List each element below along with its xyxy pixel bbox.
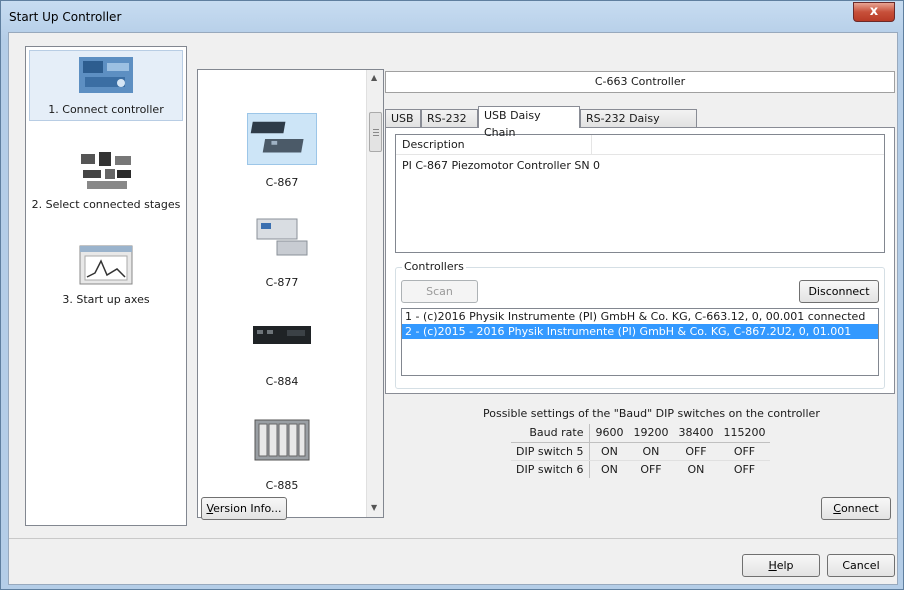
device-item-c-867[interactable]: C-867 bbox=[198, 113, 366, 189]
steps-panel: 1. Connect controller 2. Select connecte… bbox=[25, 46, 187, 526]
usb-daisy-chain-panel: Description PI C-867 Piezomotor Controll… bbox=[385, 127, 895, 394]
device-list-scrollbar[interactable]: ▲ ▼ bbox=[366, 70, 383, 517]
list-item[interactable]: 1 - (c)2016 Physik Instrumente (PI) GmbH… bbox=[402, 309, 878, 324]
c-884-device-image bbox=[253, 326, 311, 344]
title-bar[interactable]: Start Up Controller x bbox=[1, 1, 903, 35]
device-label: C-884 bbox=[265, 375, 299, 388]
window-title: Start Up Controller bbox=[9, 10, 122, 24]
table-row: DIP switch 6 ON OFF ON OFF bbox=[511, 460, 770, 478]
baud-settings-title: Possible settings of the "Baud" DIP swit… bbox=[483, 407, 820, 420]
device-label: C-867 bbox=[265, 176, 299, 189]
step-select-stages[interactable]: 2. Select connected stages bbox=[26, 148, 186, 211]
list-item-selected[interactable]: 2 - (c)2015 - 2016 Physik Instrumente (P… bbox=[402, 324, 878, 339]
device-item-c-884[interactable]: C-884 bbox=[198, 312, 366, 388]
list-item[interactable]: PI C-867 Piezomotor Controller SN 0 bbox=[396, 157, 884, 175]
description-header: Description bbox=[396, 135, 884, 155]
start-up-axes-icon bbox=[79, 245, 133, 285]
disconnect-button[interactable]: Disconnect bbox=[799, 280, 879, 303]
baud-dip-switch-table: Baud rate 9600 19200 38400 115200 DIP sw… bbox=[511, 424, 771, 478]
scroll-down-arrow-icon[interactable]: ▼ bbox=[371, 504, 379, 512]
c-885-device-image bbox=[254, 419, 310, 461]
close-button[interactable]: x bbox=[853, 2, 895, 22]
step-label: 2. Select connected stages bbox=[31, 198, 181, 211]
controllers-group: Controllers Scan Disconnect 1 - (c)2016 … bbox=[395, 260, 885, 389]
c-877-device-image bbox=[256, 218, 308, 256]
description-list[interactable]: Description PI C-867 Piezomotor Controll… bbox=[395, 134, 885, 253]
table-row: DIP switch 5 ON ON OFF OFF bbox=[511, 442, 771, 461]
version-info-button[interactable]: Version Info... bbox=[201, 497, 287, 520]
device-label: C-877 bbox=[265, 276, 299, 289]
grip-icon bbox=[373, 129, 379, 136]
step-connect-controller[interactable]: 1. Connect controller bbox=[26, 50, 186, 121]
device-item-c-877[interactable]: C-877 bbox=[198, 213, 366, 289]
step-label: 3. Start up axes bbox=[62, 293, 150, 306]
c-867-device-image bbox=[247, 113, 317, 165]
scan-button[interactable]: Scan bbox=[401, 280, 478, 303]
tab-rs-232[interactable]: RS-232 bbox=[421, 109, 478, 128]
tab-rs-232-daisy-chain[interactable]: RS-232 Daisy Chain bbox=[580, 109, 697, 142]
controller-header: C-663 Controller bbox=[385, 71, 895, 93]
tab-usb-daisy-chain[interactable]: USB Daisy Chain bbox=[478, 106, 580, 139]
step-label: 1. Connect controller bbox=[48, 103, 164, 116]
device-item-c-885[interactable]: C-885 bbox=[198, 416, 366, 492]
help-button[interactable]: Help bbox=[742, 554, 820, 577]
controllers-list[interactable]: 1 - (c)2016 Physik Instrumente (PI) GmbH… bbox=[401, 308, 879, 376]
scrollbar-thumb[interactable] bbox=[369, 112, 382, 152]
connect-button[interactable]: Connect bbox=[821, 497, 891, 520]
controller-device-list[interactable]: C-867 C-877 C-884 C-885 ▲ ▼ bbox=[197, 69, 384, 518]
table-row: Baud rate 9600 19200 38400 115200 bbox=[511, 424, 771, 443]
bottom-separator bbox=[9, 538, 897, 539]
controllers-group-label: Controllers bbox=[402, 260, 466, 273]
close-icon: x bbox=[869, 4, 879, 19]
tab-usb[interactable]: USB bbox=[385, 109, 421, 128]
step-start-up-axes[interactable]: 3. Start up axes bbox=[26, 243, 186, 306]
connect-controller-icon bbox=[79, 57, 133, 93]
cancel-button[interactable]: Cancel bbox=[827, 554, 895, 577]
select-stages-icon bbox=[81, 152, 131, 189]
dialog-client-area: 1. Connect controller 2. Select connecte… bbox=[8, 32, 898, 585]
device-label: C-885 bbox=[265, 479, 299, 492]
scroll-up-arrow-icon[interactable]: ▲ bbox=[371, 74, 379, 82]
start-up-controller-window: Start Up Controller x 1. Connect control… bbox=[0, 0, 904, 590]
